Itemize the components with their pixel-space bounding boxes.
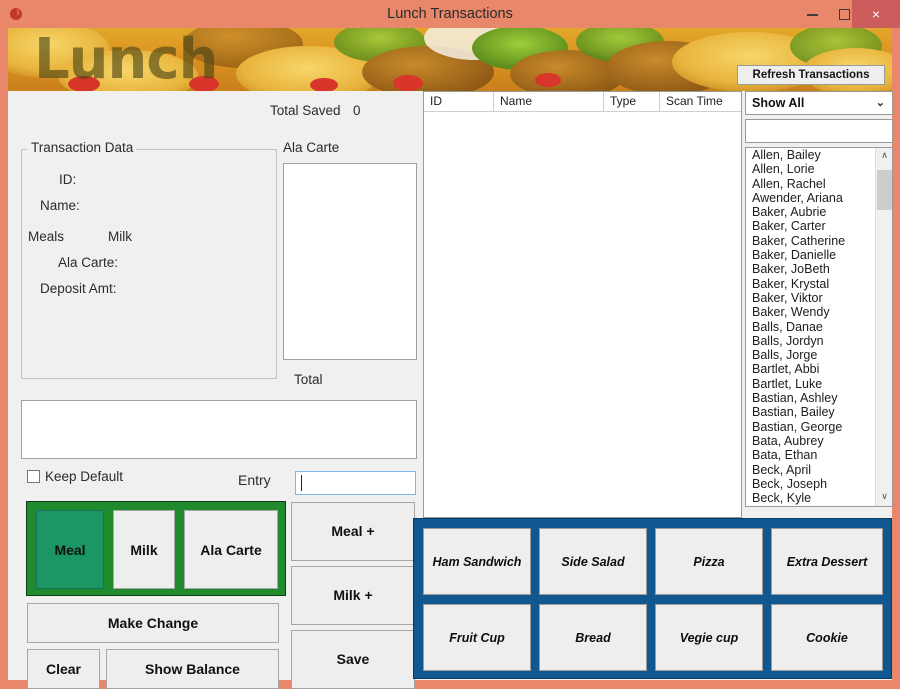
list-item[interactable]: Baker, Carter xyxy=(746,219,875,233)
list-item[interactable]: Balls, Jordyn xyxy=(746,334,875,348)
list-item[interactable]: Baker, Danielle xyxy=(746,248,875,262)
list-item[interactable]: Bata, Aubrey xyxy=(746,434,875,448)
list-item[interactable]: Allen, Rachel xyxy=(746,177,875,191)
total-saved-label: Total Saved xyxy=(270,103,341,118)
ala-carte-listbox[interactable] xyxy=(283,163,417,360)
scroll-down-icon[interactable]: ∨ xyxy=(876,489,892,506)
list-item[interactable]: Bartlet, Abbi xyxy=(746,362,875,376)
list-item[interactable]: Baker, Catherine xyxy=(746,234,875,248)
keep-default-label: Keep Default xyxy=(45,469,124,484)
name-list-scrollbar[interactable]: ∧ ∨ xyxy=(875,148,892,506)
refresh-transactions-button[interactable]: Refresh Transactions xyxy=(737,65,885,85)
meals-label: Meals xyxy=(28,229,65,244)
milk-plus-button[interactable]: Milk + xyxy=(291,566,415,625)
main-content: Total Saved 0 Transaction Data ID: Name:… xyxy=(8,91,893,689)
list-item[interactable]: Baker, JoBeth xyxy=(746,262,875,276)
ala-carte-total-label: Total xyxy=(294,372,323,387)
grid-column-scan-time[interactable]: Scan Time xyxy=(660,92,743,112)
meal-plus-button[interactable]: Meal + xyxy=(291,502,415,561)
grid-column-name[interactable]: Name xyxy=(494,92,604,112)
clear-button[interactable]: Clear xyxy=(27,649,100,689)
mode-button-meal[interactable]: Meal xyxy=(36,510,104,589)
list-item[interactable]: Beck, April xyxy=(746,463,875,477)
entry-input[interactable] xyxy=(295,471,416,495)
close-button[interactable]: × xyxy=(852,0,900,28)
total-saved-value: 0 xyxy=(353,103,361,118)
window-title: Lunch Transactions xyxy=(387,6,513,22)
list-item[interactable]: Beck, Kyle xyxy=(746,491,875,505)
list-item[interactable]: Balls, Jorge xyxy=(746,348,875,362)
list-item[interactable]: Bartlet, Luke xyxy=(746,377,875,391)
transactions-grid[interactable]: ID Name Type Scan Time xyxy=(423,91,742,518)
grid-column-type[interactable]: Type xyxy=(604,92,660,112)
entry-label: Entry xyxy=(238,472,271,488)
list-item[interactable]: Awender, Ariana xyxy=(746,191,875,205)
food-button-fruit-cup[interactable]: Fruit Cup xyxy=(423,604,531,671)
list-item[interactable]: Balls, Danae xyxy=(746,320,875,334)
list-item[interactable]: Baker, Viktor xyxy=(746,291,875,305)
group-border-right xyxy=(116,149,277,150)
filter-dropdown[interactable]: Show All ⌄ xyxy=(745,91,893,115)
student-name-list-items: Allen, Bailey Allen, Lorie Allen, Rachel Aw… xyxy=(746,148,875,506)
food-button-extra-dessert[interactable]: Extra Dessert xyxy=(771,528,883,595)
minimize-button[interactable] xyxy=(798,0,826,28)
keep-default-checkbox-row[interactable]: Keep Default xyxy=(27,469,123,484)
food-button-bread[interactable]: Bread xyxy=(539,604,647,671)
make-change-button[interactable]: Make Change xyxy=(27,603,279,643)
scrollbar-thumb[interactable] xyxy=(877,170,892,210)
list-item[interactable]: Bata, Ethan xyxy=(746,448,875,462)
list-item[interactable]: Beck, Joseph xyxy=(746,477,875,491)
food-button-pizza[interactable]: Pizza xyxy=(655,528,763,595)
grid-column-id[interactable]: ID xyxy=(424,92,494,112)
list-item[interactable]: Allen, Bailey xyxy=(746,148,875,162)
application-window: Lunch Transactions × Lunch Refresh Trans… xyxy=(0,0,900,689)
keep-default-checkbox[interactable] xyxy=(27,470,40,483)
list-item[interactable]: Baker, Aubrie xyxy=(746,205,875,219)
list-item[interactable]: Bastian, George xyxy=(746,420,875,434)
transaction-data-title: Transaction Data xyxy=(28,140,137,155)
list-item[interactable]: Bastian, Ashley xyxy=(746,391,875,405)
show-balance-button[interactable]: Show Balance xyxy=(106,649,279,689)
mode-selector-panel: Meal Milk Ala Carte xyxy=(26,501,286,596)
food-button-vegie-cup[interactable]: Vegie cup xyxy=(655,604,763,671)
deposit-amt-label: Deposit Amt: xyxy=(40,281,117,296)
title-bar: Lunch Transactions × xyxy=(0,0,900,28)
scroll-up-icon[interactable]: ∧ xyxy=(876,148,892,165)
notes-textarea[interactable] xyxy=(21,400,417,459)
ala-carte-list-title: Ala Carte xyxy=(283,140,340,155)
list-item[interactable]: Bastian, Bailey xyxy=(746,405,875,419)
chevron-down-icon: ⌄ xyxy=(875,97,885,109)
ala-carte-label: Ala Carte: xyxy=(58,255,119,270)
banner-word: Lunch xyxy=(34,28,218,91)
list-item[interactable]: Baker, Wendy xyxy=(746,305,875,319)
student-name-listbox[interactable]: Allen, Bailey Allen, Lorie Allen, Rachel Aw… xyxy=(745,147,893,507)
filter-dropdown-value: Show All xyxy=(752,96,805,110)
food-item-panel: Ham Sandwich Side Salad Pizza Extra Dess… xyxy=(413,518,892,679)
list-item[interactable]: Bently, Jordan xyxy=(746,505,875,506)
food-button-ham-sandwich[interactable]: Ham Sandwich xyxy=(423,528,531,595)
list-item[interactable]: Allen, Lorie xyxy=(746,162,875,176)
name-label: Name: xyxy=(40,198,80,213)
food-button-cookie[interactable]: Cookie xyxy=(771,604,883,671)
milk-label: Milk xyxy=(108,229,132,244)
mode-button-ala-carte[interactable]: Ala Carte xyxy=(184,510,278,589)
grid-header-row: ID Name Type Scan Time xyxy=(424,92,741,112)
save-button[interactable]: Save xyxy=(291,630,415,689)
name-search-input[interactable] xyxy=(745,119,893,143)
list-item[interactable]: Baker, Krystal xyxy=(746,277,875,291)
minimize-icon xyxy=(806,13,818,16)
food-button-side-salad[interactable]: Side Salad xyxy=(539,528,647,595)
maximize-icon xyxy=(838,9,850,21)
entry-caret xyxy=(301,475,302,491)
group-border-left xyxy=(21,149,27,150)
mode-button-milk[interactable]: Milk xyxy=(113,510,175,589)
id-label: ID: xyxy=(59,172,77,187)
